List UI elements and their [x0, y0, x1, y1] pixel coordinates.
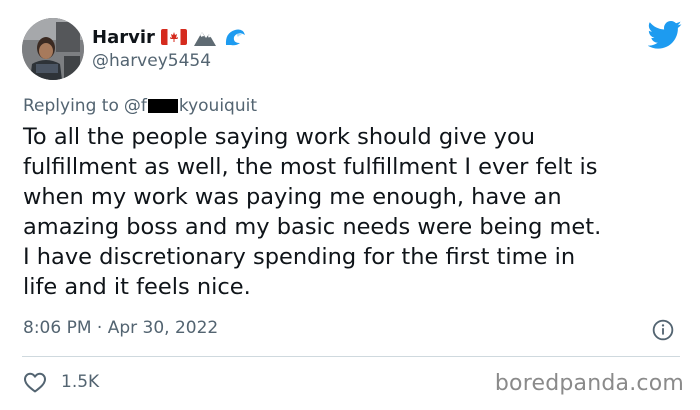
tweet-text-line: fulfillment as well, the most fulfillmen… [23, 154, 598, 180]
author-handle[interactable]: @harvey5454 [92, 51, 211, 71]
mention-end: kyouiquit [178, 96, 257, 116]
twitter-bird-icon [648, 20, 682, 49]
like-action[interactable]: 1.5K [23, 371, 99, 393]
wave-icon [225, 29, 245, 46]
like-count: 1.5K [61, 372, 100, 392]
author-display-name[interactable]: Harvir [92, 27, 155, 48]
tweet-timestamp[interactable]: 8:06 PM · Apr 30, 2022 [23, 318, 218, 338]
author-name-line: Harvir [92, 24, 247, 50]
avatar[interactable] [22, 18, 84, 80]
tweet-text-line: I have discretionary spending for the fi… [23, 244, 576, 270]
replying-to-label: Replying to [23, 96, 119, 116]
reply-mention-link[interactable]: @f kyouiquit [124, 96, 257, 116]
tweet-text-line: To all the people saying work should giv… [23, 124, 536, 150]
watermark: boredpanda.com [494, 371, 684, 396]
tweet-text-line: when my work was paying me enough, have … [23, 184, 562, 210]
tweet-text-line: life and it feels nice. [23, 274, 251, 300]
avatar-image [22, 18, 84, 80]
redaction-bar [147, 99, 178, 113]
canada-flag-icon [160, 29, 187, 45]
mountain-icon [193, 32, 216, 46]
tweet-text-line: amazing boss and my basic needs were bei… [23, 214, 602, 240]
tweet-card: Harvir @harvey5454 Replying to @f kyouiq… [0, 0, 700, 410]
tweet-text: To all the people saying work should giv… [23, 122, 687, 302]
divider [22, 356, 680, 357]
heart-icon[interactable] [23, 371, 47, 393]
info-icon[interactable] [652, 319, 674, 341]
replying-to-line: Replying to @f kyouiquit [23, 96, 257, 116]
mention-start: @f [123, 96, 147, 116]
